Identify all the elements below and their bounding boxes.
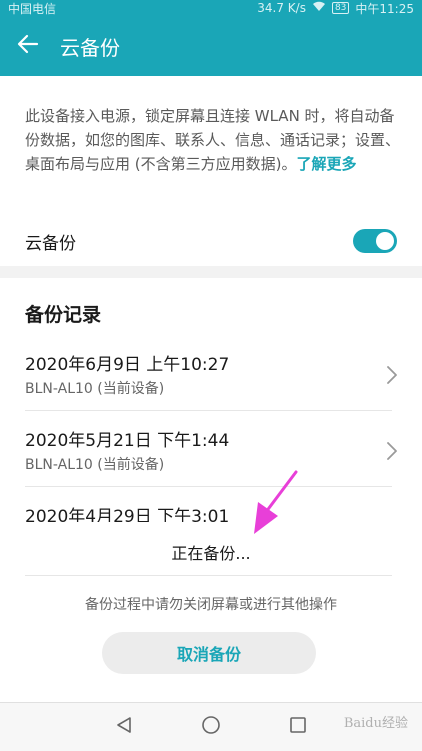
recents-square-icon[interactable] bbox=[289, 716, 307, 738]
cloud-backup-toggle[interactable] bbox=[353, 229, 397, 253]
network-speed: 34.7 K/s bbox=[257, 1, 306, 15]
settings-card: 此设备接入电源，锁定屏幕且连接 WLAN 时，将自动备份数据，如您的图库、联系人… bbox=[0, 76, 422, 266]
backup-hint: 备份过程中请勿关闭屏幕或进行其他操作 bbox=[85, 597, 337, 613]
record-date: 2020年5月21日 下午1:44 bbox=[25, 431, 230, 451]
status-right: 34.7 K/s 83 中午11:25 bbox=[257, 0, 414, 17]
divider bbox=[25, 410, 392, 411]
records-title: 备份记录 bbox=[25, 304, 102, 326]
toggle-knob bbox=[376, 232, 394, 250]
backup-record-item[interactable]: 2020年6月9日 上午10:27 BLN-AL10 (当前设备) bbox=[25, 350, 397, 424]
divider bbox=[25, 575, 392, 576]
arrow-left-icon bbox=[17, 33, 39, 59]
cancel-backup-button[interactable]: 取消备份 bbox=[102, 632, 316, 674]
learn-more-link[interactable]: 了解更多 bbox=[296, 155, 356, 173]
record-date: 2020年4月29日 下午3:01 bbox=[25, 507, 230, 522]
back-triangle-icon[interactable] bbox=[115, 716, 133, 738]
app-bar: 云备份 bbox=[0, 16, 422, 76]
divider bbox=[25, 486, 392, 487]
backup-records-card: 备份记录 2020年6月9日 上午10:27 BLN-AL10 (当前设备) 2… bbox=[0, 278, 422, 702]
backup-description: 此设备接入电源，锁定屏幕且连接 WLAN 时，将自动备份数据，如您的图库、联系人… bbox=[25, 104, 403, 176]
status-bar: 中国电信 34.7 K/s 83 中午11:25 bbox=[0, 0, 422, 16]
backup-progress-status: 正在备份... bbox=[171, 544, 251, 563]
record-device: BLN-AL10 (当前设备) bbox=[25, 381, 165, 397]
carrier-label: 中国电信 bbox=[8, 1, 57, 16]
watermark-logo: Baidu经验 bbox=[343, 716, 408, 731]
backup-record-item[interactable]: 2020年4月29日 下午3:01 bbox=[25, 502, 397, 522]
back-button[interactable] bbox=[0, 16, 56, 76]
record-device: BLN-AL10 (当前设备) bbox=[25, 457, 165, 473]
cloud-backup-row[interactable]: 云备份 bbox=[25, 226, 397, 256]
home-circle-icon[interactable] bbox=[201, 715, 221, 739]
wifi-icon bbox=[312, 1, 326, 15]
backup-record-item[interactable]: 2020年5月21日 下午1:44 BLN-AL10 (当前设备) bbox=[25, 426, 397, 500]
cloud-backup-label: 云备份 bbox=[25, 233, 76, 254]
record-date: 2020年6月9日 上午10:27 bbox=[25, 355, 230, 375]
page-title: 云备份 bbox=[60, 35, 120, 60]
clock: 中午11:25 bbox=[355, 1, 414, 16]
battery-icon: 83 bbox=[331, 2, 350, 14]
chevron-right-icon bbox=[387, 442, 397, 464]
annotation-arrow-icon bbox=[240, 468, 300, 542]
chevron-right-icon bbox=[387, 366, 397, 388]
